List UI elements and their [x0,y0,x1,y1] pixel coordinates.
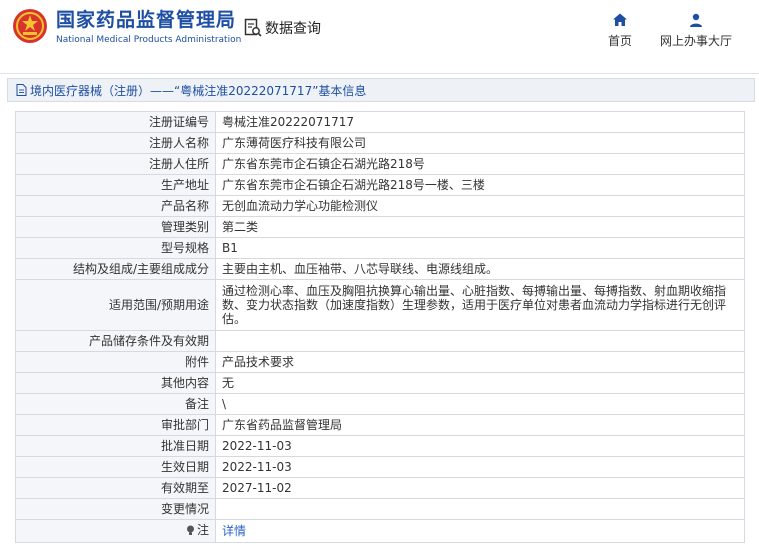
document-search-icon [244,18,262,37]
field-label: 注册人名称 [15,132,216,154]
field-label: 备注 [15,393,216,415]
note-label-cell: 注 [15,519,216,543]
record-title-bar: 境内医疗器械（注册）——“粤械注准20222071717”基本信息 [7,78,755,102]
field-label: 产品名称 [15,195,216,217]
table-row: 适用范围/预期用途 通过检测心率、血压及胸阻抗换算心输出量、心脏指数、每搏输出量… [15,279,745,331]
home-icon [613,13,627,26]
table-row: 注册人住所 广东省东莞市企石镇企石湖光路218号 [15,153,745,175]
national-emblem-icon [13,9,47,43]
field-value: 第二类 [215,216,745,238]
details-link[interactable]: 详情 [222,524,246,538]
field-value [215,330,745,352]
table-row: 其他内容 无 [15,372,745,394]
table-row: 注册证编号 粤械注准20222071717 [15,111,745,133]
field-label: 注册证编号 [15,111,216,133]
field-label: 产品储存条件及有效期 [15,330,216,352]
table-row: 产品名称 无创血流动力学心功能检测仪 [15,195,745,217]
nav-online-office[interactable]: 网上办事大厅 [655,12,737,49]
lightbulb-icon [186,525,194,535]
table-row-note: 注 详情 [15,519,745,543]
field-label: 管理类别 [15,216,216,238]
brand-name-en: National Medical Products Administration [56,35,242,45]
table-row: 审批部门 广东省药品监督管理局 [15,414,745,436]
table-row: 生产地址 广东省东莞市企石镇企石湖光路218号一楼、三楼 [15,174,745,196]
field-label: 变更情况 [15,498,216,520]
field-value: 通过检测心率、血压及胸阻抗换算心输出量、心脏指数、每搏输出量、每搏指数、射血期收… [215,279,745,331]
table-row: 附件 产品技术要求 [15,351,745,373]
field-value: 产品技术要求 [215,351,745,373]
field-value: 粤械注准20222071717 [215,111,745,133]
document-icon [16,84,27,96]
field-label: 型号规格 [15,237,216,259]
field-label: 其他内容 [15,372,216,394]
table-row: 批准日期 2022-11-03 [15,435,745,457]
nav-home[interactable]: 首页 [603,12,637,49]
field-label: 注册人住所 [15,153,216,175]
brand[interactable]: 国家药品监督管理局 National Medical Products Admi… [56,8,241,46]
brand-name-cn: 国家药品监督管理局 [56,9,237,31]
table-row: 管理类别 第二类 [15,216,745,238]
field-value: 2027-11-02 [215,477,745,499]
field-value: 广东省药品监督管理局 [215,414,745,436]
user-icon [690,13,702,27]
field-label: 结构及组成/主要组成成分 [15,258,216,280]
field-label: 生产地址 [15,174,216,196]
note-label: 注 [196,523,209,537]
data-query-link[interactable]: 数据查询 [244,18,321,38]
nav-online-office-label: 网上办事大厅 [659,34,732,48]
nav-home-label: 首页 [607,34,632,48]
field-label: 生效日期 [15,456,216,478]
field-label: 适用范围/预期用途 [15,279,216,331]
field-label: 批准日期 [15,435,216,457]
field-value: 2022-11-03 [215,435,745,457]
table-row: 结构及组成/主要组成成分 主要由主机、血压袖带、八芯导联线、电源线组成。 [15,258,745,280]
field-value: 主要由主机、血压袖带、八芯导联线、电源线组成。 [215,258,745,280]
field-label: 审批部门 [15,414,216,436]
field-value: 无创血流动力学心功能检测仪 [215,195,745,217]
field-value: 2022-11-03 [215,456,745,478]
data-query-label: 数据查询 [265,21,321,37]
field-value: 广东省东莞市企石镇企石湖光路218号 [215,153,745,175]
table-row: 型号规格 B1 [15,237,745,259]
field-label: 附件 [15,351,216,373]
record-detail-table: 注册证编号 粤械注准20222071717 注册人名称 广东薄荷医疗科技有限公司… [15,111,745,543]
field-value [215,498,745,520]
field-value: B1 [215,237,745,259]
table-row: 生效日期 2022-11-03 [15,456,745,478]
page-header: 国家药品监督管理局 National Medical Products Admi… [0,0,759,70]
table-row: 有效期至 2027-11-02 [15,477,745,499]
note-value-cell: 详情 [215,519,745,543]
field-value: 广东薄荷医疗科技有限公司 [215,132,745,154]
field-value: 无 [215,372,745,394]
content-area: 境内医疗器械（注册）——“粤械注准20222071717”基本信息 注册证编号 … [0,73,759,552]
field-label: 有效期至 [15,477,216,499]
table-row: 注册人名称 广东薄荷医疗科技有限公司 [15,132,745,154]
table-row: 变更情况 [15,498,745,520]
table-row: 产品储存条件及有效期 [15,330,745,352]
note-label-wrap: 注 [186,523,209,537]
field-value: 广东省东莞市企石镇企石湖光路218号一楼、三楼 [215,174,745,196]
field-value: \ [215,393,745,415]
table-row: 备注 \ [15,393,745,415]
record-title: 境内医疗器械（注册）——“粤械注准20222071717”基本信息 [30,83,367,98]
